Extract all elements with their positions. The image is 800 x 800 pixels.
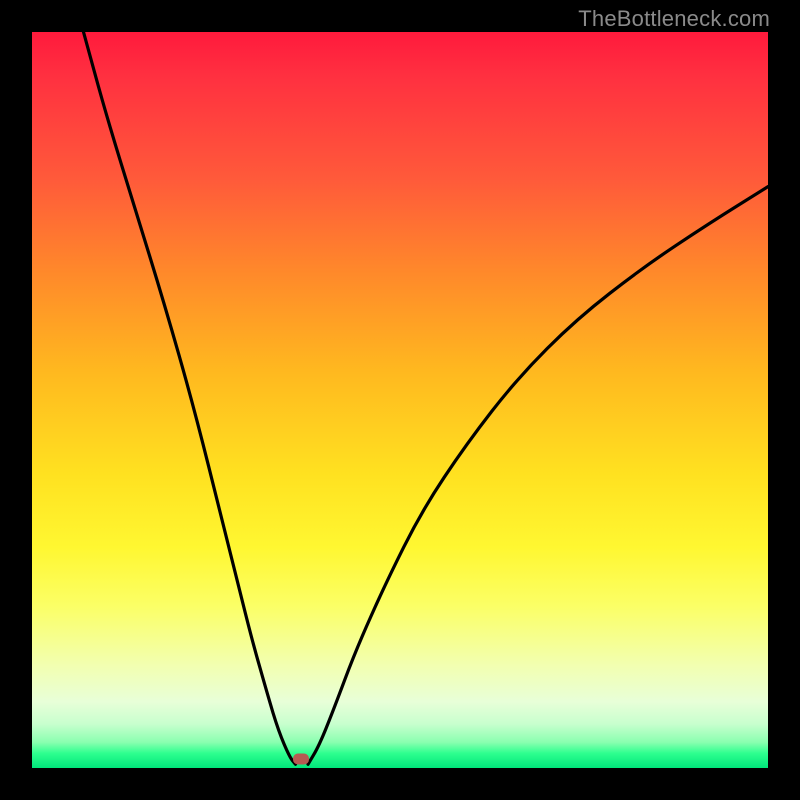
- bottleneck-curve: [32, 32, 768, 768]
- optimum-marker: [293, 754, 309, 765]
- curve-left-branch: [84, 32, 296, 764]
- plot-area: [32, 32, 768, 768]
- chart-frame: TheBottleneck.com: [0, 0, 800, 800]
- watermark-text: TheBottleneck.com: [578, 6, 770, 32]
- curve-right-branch: [308, 187, 768, 765]
